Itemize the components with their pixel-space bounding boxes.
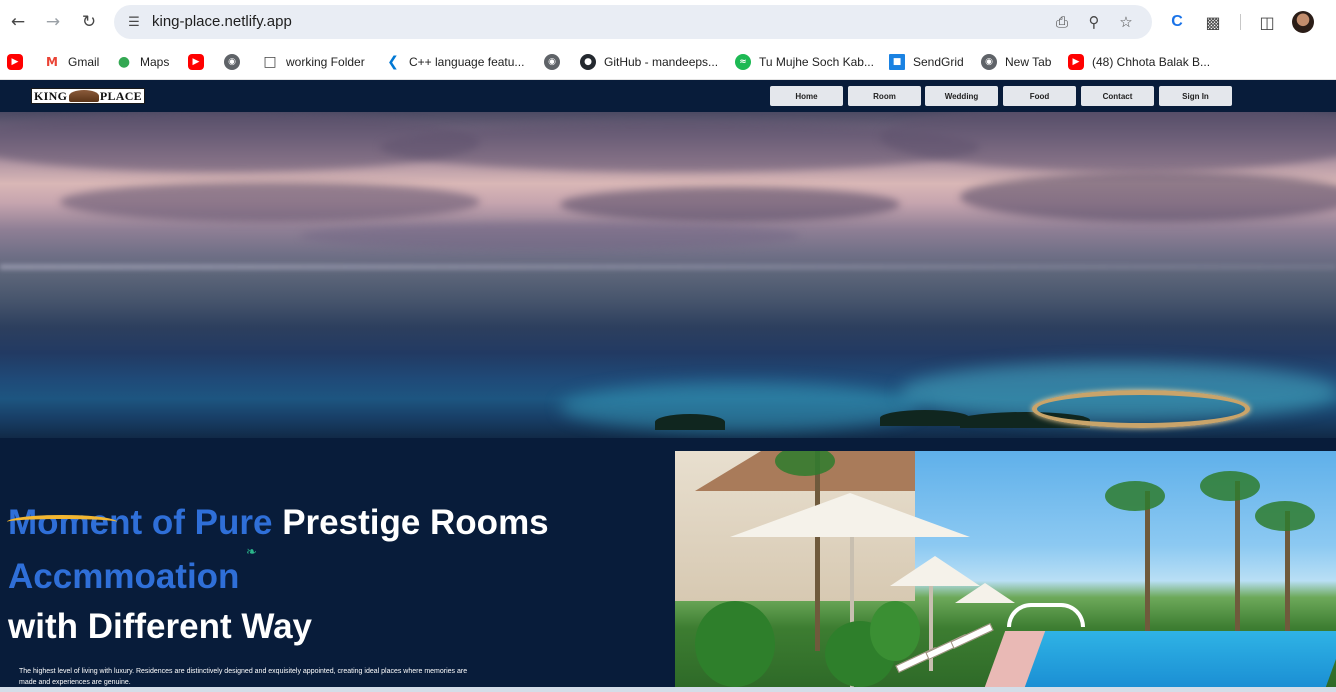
bookmarks-bar: ▶ M Gmail ● Maps ▶ ◉ □ working Folder ❮ …	[0, 44, 1336, 80]
overwater-villas-ring	[1032, 390, 1250, 428]
crown-icon	[68, 90, 99, 102]
leaf-icon: ❧	[246, 545, 257, 560]
forward-arrow-icon[interactable]: →	[40, 9, 66, 35]
youtube-icon: ▶	[7, 54, 23, 70]
hero-ocean-image	[0, 112, 1336, 438]
site-info-icon[interactable]: ☰	[124, 12, 144, 32]
headline-line-2: Accmmoation	[8, 559, 239, 594]
intro-description: The highest level of living with luxury.…	[19, 668, 468, 686]
bookmark-label: Gmail	[68, 55, 100, 69]
globe-icon: ◉	[981, 54, 997, 70]
install-app-icon[interactable]: ⎙	[1052, 12, 1072, 32]
globe-icon: ◉	[544, 54, 560, 70]
nav-food-button[interactable]: Food	[1003, 86, 1076, 106]
bookmark-label: New Tab	[1005, 55, 1052, 69]
bookmark-item[interactable]: ▶	[188, 52, 212, 72]
bookmark-item[interactable]: ● GitHub - mandeeps...	[580, 52, 718, 72]
bookmark-item[interactable]: ▶	[7, 52, 31, 72]
bookmark-item[interactable]: ● Maps	[116, 52, 169, 72]
resort-pool-image	[675, 451, 1336, 687]
vscode-icon: ❮	[385, 54, 401, 70]
address-bar[interactable]: ☰ king-place.netlify.app ⎙ ⚲ ☆	[114, 5, 1152, 39]
gmail-icon: M	[44, 54, 60, 70]
bookmark-item[interactable]: ❮ C++ language featu...	[385, 52, 524, 72]
maps-icon: ●	[116, 54, 132, 70]
youtube-icon: ▶	[1068, 54, 1084, 70]
bookmark-label: Tu Mujhe Soch Kab...	[759, 55, 874, 69]
bookmark-item[interactable]: ◉ New Tab	[981, 52, 1051, 72]
extension-c-icon[interactable]: C	[1165, 10, 1189, 34]
url-text[interactable]: king-place.netlify.app	[152, 13, 292, 30]
github-icon: ●	[580, 54, 596, 70]
bookmark-item[interactable]: ▶ (48) Chhota Balak B...	[1068, 52, 1210, 72]
bookmark-item[interactable]: ≈ Tu Mujhe Soch Kab...	[735, 52, 874, 72]
toolbar-divider	[1240, 14, 1241, 30]
bookmark-star-icon[interactable]: ☆	[1116, 12, 1136, 32]
nav-wedding-button[interactable]: Wedding	[925, 86, 998, 106]
bookmark-label: Maps	[140, 55, 170, 69]
headline-blue-text: Accmmoation	[8, 557, 240, 596]
bookmark-item[interactable]: □ working Folder	[262, 52, 365, 72]
nav-room-button[interactable]: Room	[848, 86, 921, 106]
bookmark-item[interactable]: ■ SendGrid	[889, 52, 964, 72]
king-place-logo[interactable]: KING PLACE	[31, 88, 145, 104]
spotify-icon: ≈	[735, 54, 751, 70]
bookmark-label: C++ language featu...	[409, 55, 525, 69]
reload-icon[interactable]: ↻	[76, 9, 102, 35]
bookmark-label: working Folder	[286, 55, 365, 69]
profile-avatar[interactable]	[1292, 11, 1314, 33]
page-bottom-edge	[0, 687, 1336, 692]
globe-icon: ◉	[224, 54, 240, 70]
bookmark-item[interactable]: M Gmail	[44, 52, 99, 72]
nav-sign-in-button[interactable]: Sign In	[1159, 86, 1232, 106]
nav-home-button[interactable]: Home	[770, 86, 843, 106]
bookmark-item[interactable]: ◉	[224, 52, 248, 72]
extensions-puzzle-icon[interactable]: ▩	[1201, 10, 1225, 34]
brush-stroke-decoration	[7, 515, 117, 529]
side-panel-icon[interactable]: ◫	[1255, 10, 1279, 34]
folder-icon: □	[262, 54, 278, 70]
logo-text-place: PLACE	[99, 88, 142, 103]
headline-white-text: with Different Way	[8, 607, 312, 646]
bookmark-label: GitHub - mandeeps...	[604, 55, 719, 69]
logo-text-king: KING	[34, 88, 68, 103]
sendgrid-icon: ■	[889, 54, 905, 70]
bookmark-label: (48) Chhota Balak B...	[1092, 55, 1211, 69]
headline-line-3: with Different Way	[8, 609, 312, 644]
zoom-icon[interactable]: ⚲	[1084, 12, 1104, 32]
bookmark-label: SendGrid	[913, 55, 964, 69]
youtube-icon: ▶	[188, 54, 204, 70]
nav-contact-button[interactable]: Contact	[1081, 86, 1154, 106]
bookmark-item[interactable]: ◉	[544, 52, 568, 72]
headline-white-text: Prestige Rooms	[282, 503, 549, 542]
browser-toolbar: ← → ↻ ☰ king-place.netlify.app ⎙ ⚲ ☆ C ▩…	[0, 0, 1336, 44]
back-arrow-icon[interactable]: ←	[5, 9, 31, 35]
